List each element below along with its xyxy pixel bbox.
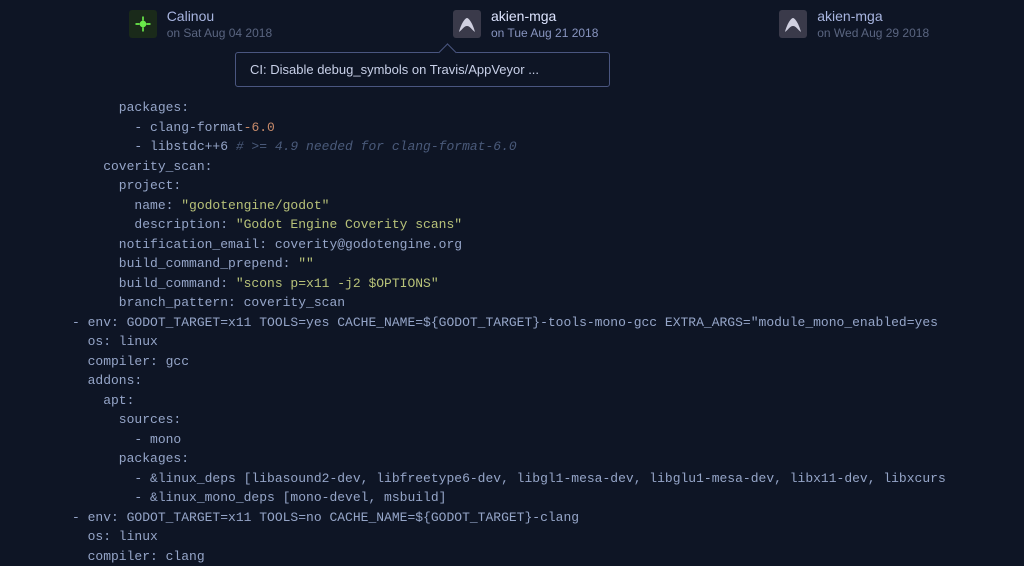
code-line: notification_email: coverity@godotengine… xyxy=(72,235,1024,255)
timeline-commit[interactable]: akien-mgaon Tue Aug 21 2018 xyxy=(453,8,598,41)
commit-author: Calinou xyxy=(167,8,272,26)
code-line: - &linux_deps [libasound2-dev, libfreety… xyxy=(72,469,1024,489)
code-line: build_command_prepend: "" xyxy=(72,254,1024,274)
code-line: sources: xyxy=(72,410,1024,430)
code-line: compiler: gcc xyxy=(72,352,1024,372)
commit-date: on Sat Aug 04 2018 xyxy=(167,26,272,41)
code-line: build_command: "scons p=x11 -j2 $OPTIONS… xyxy=(72,274,1024,294)
code-line: coverity_scan: xyxy=(72,157,1024,177)
code-line: addons: xyxy=(72,371,1024,391)
code-line: - &linux_mono_deps [mono-devel, msbuild] xyxy=(72,488,1024,508)
code-line: project: xyxy=(72,176,1024,196)
code-line: compiler: clang xyxy=(72,547,1024,566)
avatar-grid-icon xyxy=(129,10,157,38)
code-line: packages: xyxy=(72,449,1024,469)
avatar-wing-icon xyxy=(779,10,807,38)
code-line: - clang-format-6.0 xyxy=(72,118,1024,138)
code-line: name: "godotengine/godot" xyxy=(72,196,1024,216)
avatar-wing-icon xyxy=(453,10,481,38)
commit-message-popover[interactable]: CI: Disable debug_symbols on Travis/AppV… xyxy=(235,52,610,87)
code-line: description: "Godot Engine Coverity scan… xyxy=(72,215,1024,235)
code-line: os: linux xyxy=(72,527,1024,547)
commit-timeline: ien-mgaWed Jul 18 2018Calinouon Sat Aug … xyxy=(0,0,1024,42)
code-line: packages: xyxy=(72,98,1024,118)
code-line: - libstdc++6 # >= 4.9 needed for clang-f… xyxy=(72,137,1024,157)
timeline-commit[interactable]: Calinouon Sat Aug 04 2018 xyxy=(129,8,272,41)
code-line: apt: xyxy=(72,391,1024,411)
code-line: os: linux xyxy=(72,332,1024,352)
code-line: - env: GODOT_TARGET=x11 TOOLS=no CACHE_N… xyxy=(72,508,1024,528)
commit-date: on Wed Aug 29 2018 xyxy=(817,26,929,41)
commit-author: akien-mga xyxy=(491,8,598,26)
commit-author: akien-mga xyxy=(817,8,929,26)
commit-date: on Tue Aug 21 2018 xyxy=(491,26,598,41)
code-line: - env: GODOT_TARGET=x11 TOOLS=yes CACHE_… xyxy=(72,313,1024,333)
timeline-commit[interactable]: akien-mgaon Wed Aug 29 2018 xyxy=(779,8,929,41)
code-view: packages: - clang-format-6.0 - libstdc++… xyxy=(0,90,1024,566)
code-line: branch_pattern: coverity_scan xyxy=(72,293,1024,313)
code-line: - mono xyxy=(72,430,1024,450)
